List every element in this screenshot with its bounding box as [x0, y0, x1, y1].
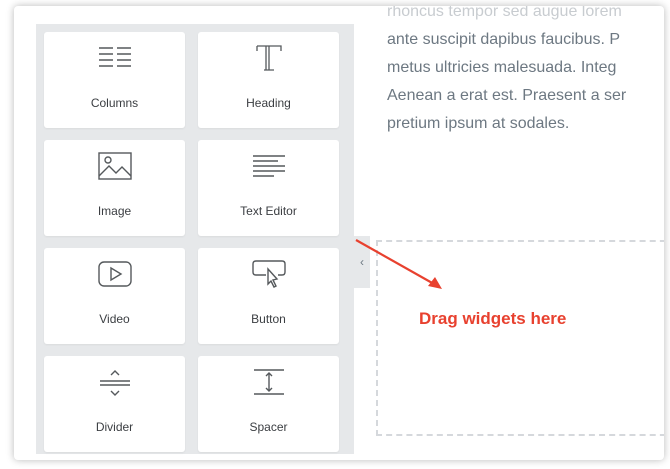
text-editor-icon: [249, 148, 289, 184]
widget-label: Button: [251, 312, 286, 326]
widget-video[interactable]: Video: [44, 248, 185, 344]
widget-label: Heading: [246, 96, 291, 110]
arrow-annotation: [355, 239, 442, 289]
video-icon: [95, 256, 135, 292]
columns-icon: [95, 40, 135, 76]
image-icon: [95, 148, 135, 184]
drag-widgets-label: Drag widgets here: [419, 309, 567, 328]
widget-label: Video: [99, 312, 130, 326]
widget-button[interactable]: Button: [198, 248, 339, 344]
spacer-icon: [249, 364, 289, 400]
widget-label: Spacer: [249, 420, 288, 434]
widget-label: Columns: [90, 96, 139, 110]
button-icon: [249, 256, 289, 292]
widget-columns[interactable]: Columns: [44, 32, 185, 128]
divider-icon: [95, 364, 135, 400]
heading-icon: [249, 40, 289, 76]
widgets-panel: Columns Heading Image Text Editor Video …: [36, 24, 354, 454]
widget-label: Text Editor: [240, 204, 297, 218]
content-line: ante suscipit dapibus faucibus. P: [387, 31, 621, 48]
widget-divider[interactable]: Divider: [44, 356, 185, 452]
widget-heading[interactable]: Heading: [198, 32, 339, 128]
widget-label: Image: [97, 204, 132, 218]
widget-text-editor[interactable]: Text Editor: [198, 140, 339, 236]
page-content-text: rhoncus tempor sed augue lorem ante susc…: [387, 6, 664, 138]
widget-image[interactable]: Image: [44, 140, 185, 236]
widget-label: Divider: [95, 420, 134, 434]
content-line: rhoncus tempor sed augue lorem: [387, 6, 622, 20]
editor-window: Columns Heading Image Text Editor Video …: [14, 6, 664, 460]
widget-spacer[interactable]: Spacer: [198, 356, 339, 452]
content-line: pretium ipsum at sodales.: [387, 115, 570, 132]
content-line: metus ultricies malesuada. Integ: [387, 59, 617, 76]
content-line: Aenean a erat est. Praesent a ser: [387, 87, 627, 104]
